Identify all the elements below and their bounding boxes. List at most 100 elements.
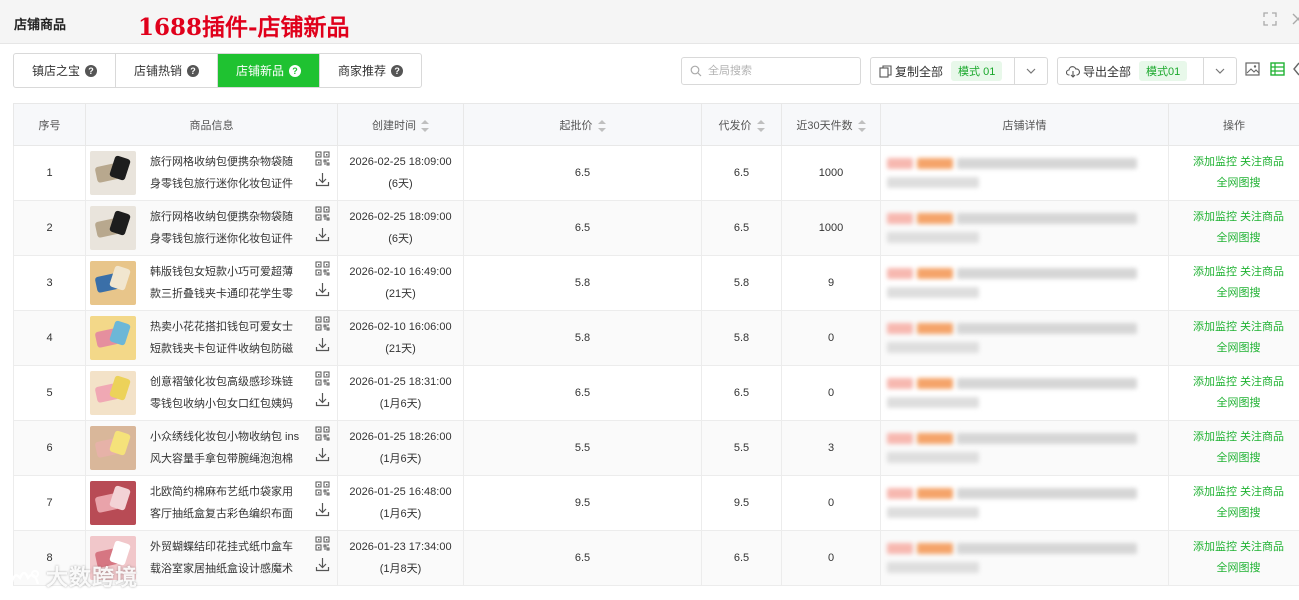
follow-product-link[interactable]: 关注商品 bbox=[1240, 376, 1284, 388]
image-search-link[interactable]: 全网图搜 bbox=[1217, 287, 1261, 299]
help-icon[interactable]: ? bbox=[187, 64, 200, 77]
follow-product-link[interactable]: 关注商品 bbox=[1240, 431, 1284, 443]
download-icon[interactable] bbox=[315, 392, 330, 407]
created-datetime: 2026-01-25 16:48:00 bbox=[349, 486, 452, 498]
scroll-left-icon[interactable] bbox=[1292, 62, 1299, 76]
follow-product-link[interactable]: 关注商品 bbox=[1240, 211, 1284, 223]
sort-icon[interactable] bbox=[597, 119, 606, 132]
tab-new-products[interactable]: 店铺新品? bbox=[218, 54, 321, 87]
blurred-badge bbox=[887, 268, 913, 279]
product-thumbnail[interactable] bbox=[90, 206, 136, 250]
image-search-link[interactable]: 全网图搜 bbox=[1217, 452, 1261, 464]
col-dropship-price[interactable]: 代发价 bbox=[701, 103, 782, 146]
qrcode-icon[interactable] bbox=[315, 481, 330, 496]
product-title[interactable]: 创意褶皱化妆包高级感珍珠链零钱包收纳小包女口红包姨妈巾... bbox=[150, 371, 302, 415]
product-info-cell: 旅行网格收纳包便携杂物袋随身零钱包旅行迷你化妆包证件包... bbox=[85, 145, 338, 201]
qrcode-icon[interactable] bbox=[315, 316, 330, 331]
product-thumbnail[interactable] bbox=[90, 371, 136, 415]
product-thumbnail[interactable] bbox=[90, 151, 136, 195]
product-title[interactable]: 旅行网格收纳包便携杂物袋随身零钱包旅行迷你化妆包证件包... bbox=[150, 206, 302, 250]
sort-icon[interactable] bbox=[857, 119, 866, 132]
product-title[interactable]: 北欧简约棉麻布艺纸巾袋家用客厅抽纸盒复古彩色编织布面料... bbox=[150, 481, 302, 525]
sort-icon[interactable] bbox=[756, 119, 765, 132]
qrcode-icon[interactable] bbox=[315, 536, 330, 551]
download-icon[interactable] bbox=[315, 557, 330, 572]
shop-details-blurred bbox=[887, 154, 1168, 173]
download-icon[interactable] bbox=[315, 282, 330, 297]
created-age: (6天) bbox=[388, 233, 413, 245]
product-title[interactable]: 热卖小花花搭扣钱包可爱女士短款钱夹卡包证件收纳包防磁代... bbox=[150, 316, 302, 360]
follow-product-link[interactable]: 关注商品 bbox=[1240, 541, 1284, 553]
table-view-icon[interactable] bbox=[1270, 62, 1285, 76]
table-row: 6 小众绣线化妆包小物收纳包 ins风大容量手拿包带腕绳泡泡棉零... 2026… bbox=[13, 420, 1299, 476]
image-search-link[interactable]: 全网图搜 bbox=[1217, 507, 1261, 519]
wholesale-price-cell: 5.8 bbox=[463, 255, 702, 311]
qrcode-icon[interactable] bbox=[315, 426, 330, 441]
product-thumbnail[interactable] bbox=[90, 261, 136, 305]
qrcode-icon[interactable] bbox=[315, 261, 330, 276]
blurred-badge bbox=[917, 543, 953, 554]
row-index: 3 bbox=[13, 255, 86, 311]
tab-merchant-recommend[interactable]: 商家推荐? bbox=[320, 54, 421, 87]
download-icon[interactable] bbox=[315, 172, 330, 187]
download-icon[interactable] bbox=[315, 502, 330, 517]
add-monitor-link[interactable]: 添加监控 bbox=[1193, 266, 1237, 278]
download-icon[interactable] bbox=[315, 337, 330, 352]
blurred-badge bbox=[917, 378, 953, 389]
tab-town-treasure[interactable]: 镇店之宝? bbox=[14, 54, 117, 87]
copy-mode-dropdown[interactable] bbox=[1015, 58, 1047, 84]
product-title[interactable]: 小众绣线化妆包小物收纳包 ins风大容量手拿包带腕绳泡泡棉零... bbox=[150, 426, 302, 470]
product-thumbnail[interactable] bbox=[90, 426, 136, 470]
add-monitor-link[interactable]: 添加监控 bbox=[1193, 431, 1237, 443]
add-monitor-link[interactable]: 添加监控 bbox=[1193, 376, 1237, 388]
col-wholesale-price[interactable]: 起批价 bbox=[463, 103, 702, 146]
blurred-location bbox=[887, 397, 979, 408]
follow-product-link[interactable]: 关注商品 bbox=[1240, 156, 1284, 168]
export-all-button[interactable]: 导出全部 模式01 bbox=[1058, 58, 1205, 84]
qrcode-icon[interactable] bbox=[315, 206, 330, 221]
add-monitor-link[interactable]: 添加监控 bbox=[1193, 541, 1237, 553]
product-title[interactable]: 旅行网格收纳包便携杂物袋随身零钱包旅行迷你化妆包证件包... bbox=[150, 151, 302, 195]
qrcode-icon[interactable] bbox=[315, 371, 330, 386]
tab-hot-sales[interactable]: 店铺热销? bbox=[116, 54, 219, 87]
image-search-link[interactable]: 全网图搜 bbox=[1217, 562, 1261, 574]
follow-product-link[interactable]: 关注商品 bbox=[1240, 486, 1284, 498]
blurred-location bbox=[887, 342, 979, 353]
help-icon[interactable]: ? bbox=[391, 64, 404, 77]
actions-cell: 添加监控 关注商品 全网图搜 bbox=[1168, 530, 1299, 586]
add-monitor-link[interactable]: 添加监控 bbox=[1193, 156, 1237, 168]
image-search-link[interactable]: 全网图搜 bbox=[1217, 397, 1261, 409]
product-title[interactable]: 外贸蝴蝶结印花挂式纸巾盒车载浴室家居抽纸盒设计感魔术贴... bbox=[150, 536, 302, 580]
image-search-link[interactable]: 全网图搜 bbox=[1217, 342, 1261, 354]
col-created-time[interactable]: 创建时间 bbox=[337, 103, 464, 146]
col-sales-30d[interactable]: 近30天件数 bbox=[781, 103, 881, 146]
download-icon[interactable] bbox=[315, 227, 330, 242]
follow-product-link[interactable]: 关注商品 bbox=[1240, 266, 1284, 278]
sales-30d-cell: 0 bbox=[781, 475, 881, 531]
qrcode-icon[interactable] bbox=[315, 151, 330, 166]
copy-all-button[interactable]: 复制全部 模式 01 bbox=[871, 58, 1016, 84]
product-thumbnail[interactable] bbox=[90, 316, 136, 360]
sales-30d-cell: 9 bbox=[781, 255, 881, 311]
add-monitor-link[interactable]: 添加监控 bbox=[1193, 486, 1237, 498]
export-mode-dropdown[interactable] bbox=[1204, 58, 1236, 84]
tab-label: 商家推荐 bbox=[338, 64, 387, 78]
shop-details-blurred bbox=[887, 429, 1168, 448]
sort-icon[interactable] bbox=[421, 119, 429, 132]
add-monitor-link[interactable]: 添加监控 bbox=[1193, 211, 1237, 223]
product-thumbnail[interactable] bbox=[90, 481, 136, 525]
search-input[interactable] bbox=[708, 63, 848, 79]
image-search-link[interactable]: 全网图搜 bbox=[1217, 177, 1261, 189]
expand-icon[interactable] bbox=[1262, 12, 1278, 28]
image-search-link[interactable]: 全网图搜 bbox=[1217, 232, 1261, 244]
download-icon[interactable] bbox=[315, 447, 330, 462]
product-title[interactable]: 韩版钱包女短款小巧可爱超薄款三折叠钱夹卡通印花学生零钱... bbox=[150, 261, 302, 305]
close-icon[interactable] bbox=[1290, 12, 1299, 28]
image-view-icon[interactable] bbox=[1245, 62, 1260, 76]
add-monitor-link[interactable]: 添加监控 bbox=[1193, 321, 1237, 333]
help-icon[interactable]: ? bbox=[289, 64, 302, 77]
copy-icon bbox=[879, 64, 892, 78]
follow-product-link[interactable]: 关注商品 bbox=[1240, 321, 1284, 333]
blurred-badge bbox=[887, 433, 913, 444]
help-icon[interactable]: ? bbox=[85, 64, 98, 77]
